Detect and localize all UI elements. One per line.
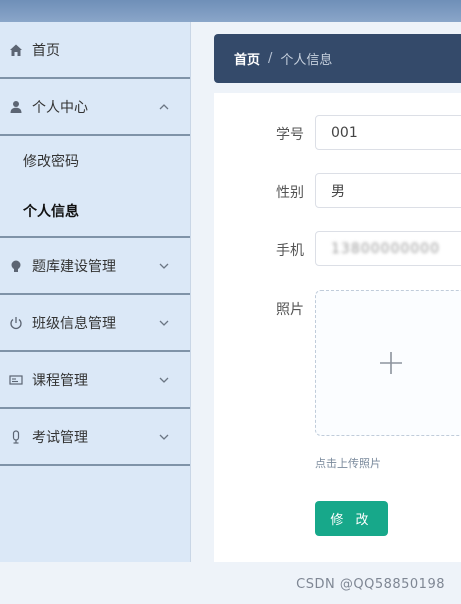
upload-tip: 点击上传照片	[315, 457, 381, 470]
sidebar-subitem-change-password[interactable]: 修改密码	[0, 136, 190, 186]
user-icon	[8, 99, 24, 115]
bulb-icon	[8, 258, 24, 274]
sidebar-subitem-label: 修改密码	[23, 154, 79, 170]
sidebar-item-label: 题库建设管理	[32, 258, 116, 275]
power-icon	[8, 315, 24, 331]
sidebar-item-label: 个人中心	[32, 99, 88, 116]
breadcrumb: 首页 / 个人信息	[214, 34, 461, 83]
student-id-field[interactable]: 001	[315, 115, 461, 150]
phone-field[interactable]: 13800000000	[315, 231, 461, 266]
sidebar-item-home[interactable]: 首页	[0, 22, 190, 79]
sidebar-item-label: 考试管理	[32, 429, 88, 446]
sidebar-item-question-bank[interactable]: 题库建设管理	[0, 238, 190, 295]
plus-icon	[380, 352, 402, 374]
sidebar: 首页 个人中心 修改密码 个人信息 题库建设管理 班级信息管理 课程管理 考试管…	[0, 22, 191, 562]
chevron-down-icon	[159, 320, 169, 326]
window-top-bar	[0, 0, 461, 22]
breadcrumb-current: 个人信息	[280, 53, 333, 68]
chevron-up-icon	[159, 103, 169, 109]
phone-value: 13800000000	[331, 240, 440, 257]
breadcrumb-home[interactable]: 首页	[234, 49, 260, 68]
gender-label: 性别	[276, 185, 304, 201]
sidebar-item-label: 课程管理	[32, 372, 88, 389]
gender-field[interactable]: 男	[315, 173, 461, 208]
mic-icon	[8, 429, 24, 445]
sidebar-item-class-info[interactable]: 班级信息管理	[0, 295, 190, 352]
photo-uploader[interactable]	[315, 290, 461, 436]
chevron-down-icon	[159, 434, 169, 440]
photo-label: 照片	[276, 302, 304, 318]
sidebar-item-label: 班级信息管理	[32, 315, 116, 332]
chevron-down-icon	[159, 377, 169, 383]
sidebar-item-exam[interactable]: 考试管理	[0, 409, 190, 466]
phone-label: 手机	[276, 243, 304, 259]
submit-button-label: 修 改	[330, 513, 373, 528]
watermark: CSDN @QQ58850198	[296, 577, 445, 592]
sidebar-item-label: 首页	[32, 42, 60, 59]
chevron-down-icon	[159, 263, 169, 269]
sidebar-subitem-label: 个人信息	[23, 204, 79, 220]
personal-center-submenu: 修改密码 个人信息	[0, 136, 190, 238]
home-icon	[8, 42, 24, 58]
sidebar-subitem-personal-info[interactable]: 个人信息	[0, 186, 190, 236]
student-id-value: 001	[331, 124, 358, 141]
main-content: 首页 / 个人信息 学号 001 性别 男 手机 13800000000 照片 …	[214, 34, 461, 562]
profile-form: 学号 001 性别 男 手机 13800000000 照片 点击上传照片 修 改	[214, 93, 461, 562]
sidebar-item-course[interactable]: 课程管理	[0, 352, 190, 409]
submit-button[interactable]: 修 改	[315, 501, 388, 536]
breadcrumb-separator: /	[268, 51, 273, 66]
sidebar-item-personal-center[interactable]: 个人中心	[0, 79, 190, 136]
gender-value: 男	[331, 183, 345, 200]
card-icon	[8, 372, 24, 388]
student-id-label: 学号	[276, 127, 304, 143]
